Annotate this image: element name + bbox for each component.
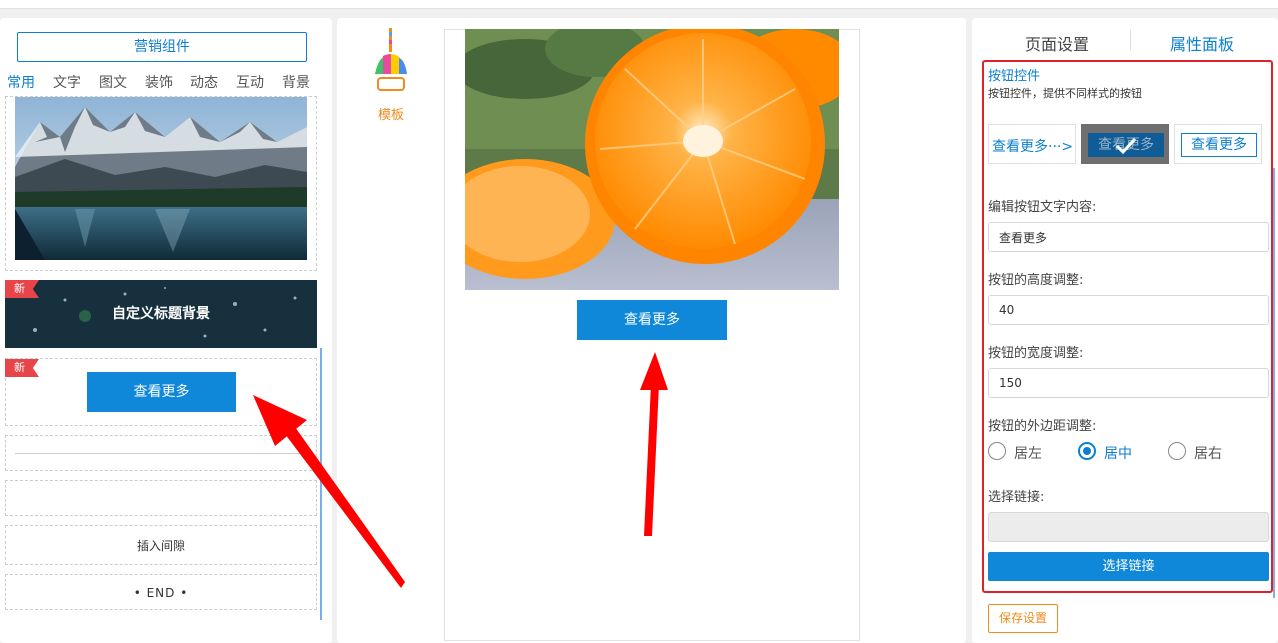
tab-decoration[interactable]: 装饰	[145, 72, 173, 92]
button-width-input[interactable]	[988, 368, 1269, 398]
component-description: 按钮控件，提供不同样式的按钮	[988, 87, 1142, 100]
style-option-label: 查看更多···>	[992, 139, 1074, 155]
custom-title-background-component[interactable]: 自定义标题背景	[5, 280, 317, 348]
tab-separator	[1130, 30, 1131, 50]
template-label: 模板	[377, 108, 404, 123]
button-height-input[interactable]	[988, 295, 1269, 325]
tab-image-text[interactable]: 图文	[99, 72, 127, 92]
save-settings-button[interactable]: 保存设置	[988, 604, 1058, 633]
tab-dynamic[interactable]: 动态	[190, 72, 218, 92]
link-input[interactable]	[988, 512, 1269, 542]
style-option-text-arrow[interactable]: 查看更多···>	[988, 124, 1076, 164]
component-panel: 营销组件 常用 文字 图文 装饰 动态 互动 背景 自定义标题背景 新 新 查看…	[0, 18, 332, 643]
template-button[interactable]: 模板	[373, 28, 409, 123]
tab-common[interactable]: 常用	[7, 72, 35, 92]
margin-label: 按钮的外边距调整:	[988, 419, 1097, 434]
radio-circle	[1168, 442, 1186, 460]
link-label: 选择链接:	[988, 490, 1045, 505]
right-scrollbar[interactable]	[1273, 168, 1275, 598]
gap-label: 插入间隙	[136, 539, 185, 553]
radio-label: 居右	[1194, 446, 1222, 462]
orange-image	[465, 29, 839, 290]
tab-background[interactable]: 背景	[282, 72, 310, 92]
tab-interactive[interactable]: 互动	[236, 72, 264, 92]
left-scrollbar[interactable]	[320, 348, 322, 620]
radio-label: 居中	[1104, 446, 1132, 462]
select-link-button[interactable]: 选择链接	[988, 552, 1269, 581]
style-option-label: 查看更多	[1181, 133, 1257, 157]
radio-circle	[1078, 442, 1096, 460]
style-option-outline[interactable]: 查看更多	[1174, 124, 1262, 164]
dotted-divider-component[interactable]	[5, 480, 317, 516]
marketing-components-button[interactable]: 营销组件	[17, 32, 307, 62]
banner-title: 自定义标题背景	[112, 306, 210, 322]
clipped-text	[988, 107, 1068, 112]
width-label: 按钮的宽度调整:	[988, 346, 1084, 361]
style-option-filled[interactable]: 查看更多	[1081, 124, 1169, 164]
component-tabs: 常用 文字 图文 装饰 动态 互动 背景	[0, 72, 332, 92]
sample-view-more-button[interactable]: 查看更多	[87, 372, 236, 412]
preview-view-more-button[interactable]: 查看更多	[577, 300, 727, 340]
checkmark-icon	[1114, 133, 1138, 157]
radio-circle	[988, 442, 1006, 460]
end-label: • END •	[133, 586, 189, 600]
radio-label: 居左	[1014, 446, 1042, 462]
tab-page-settings[interactable]: 页面设置	[1025, 31, 1089, 55]
mountain-lake-image	[15, 97, 307, 260]
button-text-input[interactable]	[988, 222, 1269, 252]
divider-line	[15, 453, 307, 454]
component-title: 按钮控件	[988, 69, 1041, 84]
top-bar	[0, 0, 1278, 9]
height-label: 按钮的高度调整:	[988, 273, 1084, 288]
tab-text[interactable]: 文字	[53, 72, 81, 92]
tab-property-panel[interactable]: 属性面板	[1170, 31, 1234, 55]
text-content-label: 编辑按钮文字内容:	[988, 200, 1097, 215]
